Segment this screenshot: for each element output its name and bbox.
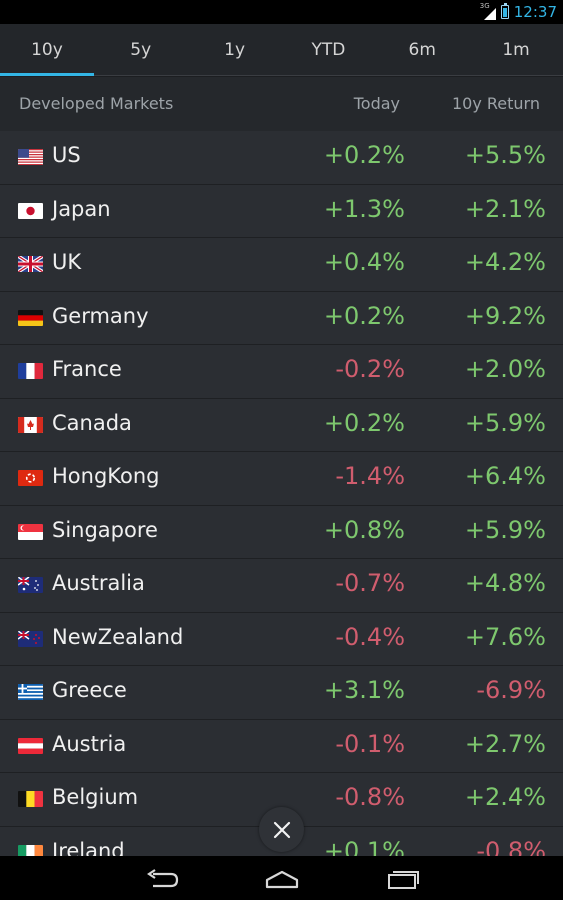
us-flag-icon bbox=[18, 149, 43, 165]
back-button[interactable] bbox=[142, 866, 182, 892]
today-change: -0.7% bbox=[335, 569, 405, 597]
country-name: Australia bbox=[52, 571, 145, 595]
australia-flag-icon bbox=[18, 577, 43, 593]
period-return: +2.0% bbox=[464, 355, 546, 383]
today-change: +0.2% bbox=[323, 141, 405, 169]
market-row-newzealand[interactable]: NewZealand -0.4% +7.6% bbox=[0, 612, 563, 666]
close-icon bbox=[273, 821, 290, 838]
germany-flag-icon bbox=[18, 309, 43, 326]
period-return: +7.6% bbox=[464, 622, 546, 651]
greece-flag-icon bbox=[18, 684, 43, 700]
today-change: +0.8% bbox=[323, 515, 405, 544]
today-change: -0.8% bbox=[335, 783, 405, 811]
singapore-flag-icon bbox=[18, 523, 43, 540]
country-name: Canada bbox=[52, 410, 132, 435]
period-return: +9.2% bbox=[464, 301, 546, 330]
market-list[interactable]: US +0.2% +5.5% Japan +1.3% +2.1% UK +0.4… bbox=[0, 131, 563, 856]
country-name: UK bbox=[52, 250, 82, 274]
belgium-flag-icon bbox=[18, 791, 43, 807]
country-name: Singapore bbox=[52, 517, 158, 542]
back-icon bbox=[147, 869, 179, 888]
today-change: -0.1% bbox=[335, 729, 405, 758]
period-return: +2.7% bbox=[464, 729, 546, 758]
hongkong-flag-icon bbox=[18, 470, 43, 486]
country-name: US bbox=[52, 143, 81, 167]
signal-icon: 3G bbox=[480, 2, 496, 20]
country-name: HongKong bbox=[52, 464, 160, 488]
tab-6m[interactable]: 6m bbox=[375, 24, 469, 75]
tab-1y[interactable]: 1y bbox=[188, 24, 282, 75]
status-icons: 3G 12:37 bbox=[480, 2, 557, 22]
list-header: Developed Markets Today 10y Return bbox=[0, 77, 563, 131]
country-name: Ireland bbox=[52, 838, 125, 857]
market-row-greece[interactable]: Greece +3.1% -6.9% bbox=[0, 666, 563, 720]
market-row-france[interactable]: France -0.2% +2.0% bbox=[0, 345, 563, 399]
market-row-hongkong[interactable]: HongKong -1.4% +6.4% bbox=[0, 452, 563, 506]
navigation-bar bbox=[0, 856, 563, 900]
period-return: +4.2% bbox=[464, 248, 546, 276]
today-change: -0.4% bbox=[335, 622, 405, 651]
market-row-japan[interactable]: Japan +1.3% +2.1% bbox=[0, 184, 563, 238]
today-change: +1.3% bbox=[323, 194, 405, 223]
section-title: Developed Markets bbox=[19, 94, 174, 113]
uk-flag-icon bbox=[18, 256, 43, 272]
market-row-singapore[interactable]: Singapore +0.8% +5.9% bbox=[0, 505, 563, 559]
market-row-uk[interactable]: UK +0.4% +4.2% bbox=[0, 238, 563, 292]
newzealand-flag-icon bbox=[18, 630, 43, 647]
today-change: +0.4% bbox=[323, 248, 405, 276]
today-change: -1.4% bbox=[335, 462, 405, 490]
period-return: -6.9% bbox=[476, 676, 546, 704]
market-row-us[interactable]: US +0.2% +5.5% bbox=[0, 131, 563, 185]
home-button[interactable] bbox=[262, 866, 302, 892]
period-return: +5.5% bbox=[464, 141, 546, 169]
market-row-canada[interactable]: Canada +0.2% +5.9% bbox=[0, 398, 563, 452]
tab-ytd[interactable]: YTD bbox=[281, 24, 375, 75]
ireland-flag-icon bbox=[18, 844, 43, 856]
tab-10y[interactable]: 10y bbox=[0, 24, 94, 76]
status-bar: 3G 12:37 bbox=[0, 0, 563, 24]
column-return[interactable]: 10y Return bbox=[452, 94, 540, 113]
period-return: +2.4% bbox=[464, 783, 546, 811]
country-name: France bbox=[52, 357, 122, 381]
battery-icon bbox=[500, 3, 509, 19]
country-name: Greece bbox=[52, 678, 127, 702]
period-return: +5.9% bbox=[464, 515, 546, 544]
column-today[interactable]: Today bbox=[354, 94, 400, 113]
country-name: Germany bbox=[52, 303, 149, 328]
market-row-germany[interactable]: Germany +0.2% +9.2% bbox=[0, 291, 563, 345]
today-change: +0.1% bbox=[323, 836, 405, 857]
today-change: +3.1% bbox=[323, 676, 405, 704]
period-return: +5.9% bbox=[464, 408, 546, 437]
today-change: -0.2% bbox=[335, 355, 405, 383]
canada-flag-icon bbox=[18, 416, 43, 433]
tab-1m[interactable]: 1m bbox=[469, 24, 563, 75]
clock: 12:37 bbox=[513, 3, 557, 21]
market-row-austria[interactable]: Austria -0.1% +2.7% bbox=[0, 719, 563, 773]
recent-apps-button[interactable] bbox=[383, 866, 423, 892]
period-return: -0.8% bbox=[476, 836, 546, 857]
recent-apps-icon bbox=[388, 871, 419, 889]
austria-flag-icon bbox=[18, 737, 43, 754]
period-tabs: 10y 5y 1y YTD 6m 1m bbox=[0, 24, 563, 76]
market-row-australia[interactable]: Australia -0.7% +4.8% bbox=[0, 559, 563, 613]
close-button[interactable] bbox=[259, 807, 304, 852]
today-change: +0.2% bbox=[323, 301, 405, 330]
japan-flag-icon bbox=[18, 202, 43, 219]
home-icon bbox=[265, 870, 299, 889]
country-name: Belgium bbox=[52, 785, 139, 809]
france-flag-icon bbox=[18, 363, 43, 379]
period-return: +6.4% bbox=[464, 462, 546, 490]
today-change: +0.2% bbox=[323, 408, 405, 437]
country-name: NewZealand bbox=[52, 624, 184, 649]
country-name: Austria bbox=[52, 731, 127, 756]
country-name: Japan bbox=[52, 196, 111, 221]
tab-5y[interactable]: 5y bbox=[94, 24, 188, 75]
period-return: +2.1% bbox=[464, 194, 546, 223]
period-return: +4.8% bbox=[464, 569, 546, 597]
